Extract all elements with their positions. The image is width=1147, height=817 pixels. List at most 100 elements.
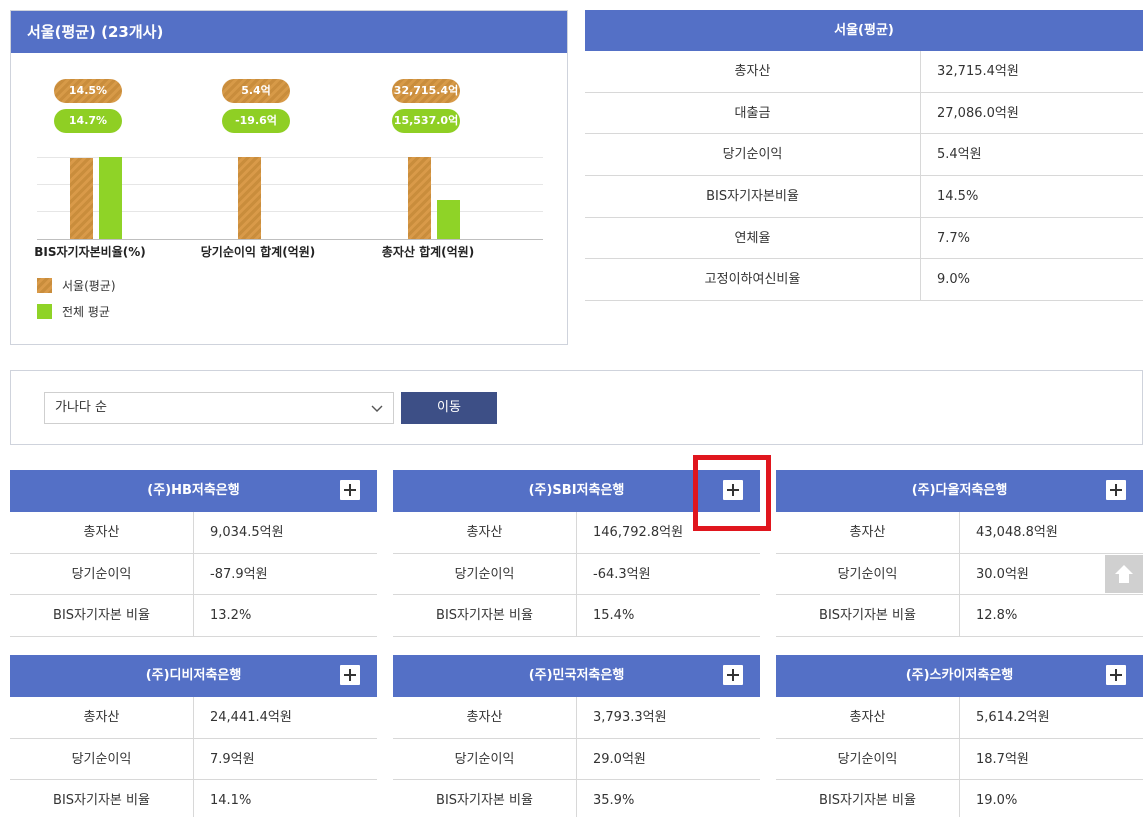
go-button[interactable]: 이동 bbox=[401, 392, 497, 424]
row-label: BIS자기자본 비율 bbox=[393, 780, 577, 817]
row-label: 총자산 bbox=[393, 512, 577, 553]
summary-table: 서울(평균) 총자산 32,715.4억원 대출금 27,086.0억원 당기순이익… bbox=[585, 10, 1143, 302]
table-row: 총자산 9,034.5억원 bbox=[10, 512, 377, 554]
sort-select[interactable]: 가나다 순 bbox=[44, 392, 394, 424]
plus-icon[interactable] bbox=[1106, 665, 1126, 685]
highlight-box bbox=[693, 455, 771, 531]
table-row: BIS자기자본 비율 15.4% bbox=[393, 595, 760, 637]
row-label: 고정이하여신비율 bbox=[585, 259, 921, 301]
row-value: 12.8% bbox=[976, 608, 1018, 623]
bank-card: (주)다올저축은행 총자산 43,048.8억원 당기순이익 30.0억원 BIS자… bbox=[776, 470, 1143, 637]
plus-icon[interactable] bbox=[1106, 480, 1126, 500]
bank-card-header: (주)디비저축은행 bbox=[10, 655, 377, 697]
bank-card: (주)디비저축은행 총자산 24,441.4억원 당기순이익 7.9억원 BIS자기… bbox=[10, 655, 377, 817]
bar-all-0 bbox=[99, 157, 122, 239]
table-row: 총자산 3,793.3억원 bbox=[393, 697, 760, 739]
row-value: 43,048.8억원 bbox=[976, 525, 1058, 540]
table-row: 당기순이익 30.0억원 bbox=[776, 553, 1143, 595]
row-value: -64.3억원 bbox=[593, 566, 651, 582]
row-value: 14.5% bbox=[937, 189, 979, 205]
data-label-all-2: 15,537.0억 bbox=[392, 109, 460, 133]
chevron-down-icon bbox=[371, 405, 383, 412]
bar-seoul-1 bbox=[238, 157, 261, 239]
row-label: 당기순이익 bbox=[10, 738, 194, 779]
row-label: 총자산 bbox=[776, 512, 960, 553]
table-row: 당기순이익 18.7억원 bbox=[776, 738, 1143, 780]
legend-swatch-all bbox=[37, 304, 52, 319]
row-label: BIS자기자본 비율 bbox=[393, 595, 577, 636]
bank-card-header: (주)HB저축은행 bbox=[10, 470, 377, 512]
table-row: 당기순이익 29.0억원 bbox=[393, 738, 760, 780]
row-label: 당기순이익 bbox=[393, 738, 577, 779]
sort-filter-bar: 가나다 순 이동 bbox=[10, 370, 1143, 445]
row-value: 5.4억원 bbox=[937, 147, 982, 163]
legend-item-seoul: 서울(평균) bbox=[37, 277, 116, 294]
legend-label-all: 전체 평균 bbox=[62, 305, 110, 319]
table-row: 당기순이익 5.4억원 bbox=[585, 134, 1143, 177]
row-label: 당기순이익 bbox=[585, 134, 921, 176]
table-row: 총자산 5,614.2억원 bbox=[776, 697, 1143, 739]
row-value: 9.0% bbox=[937, 272, 971, 288]
bank-card-header: (주)스카이저축은행 bbox=[776, 655, 1143, 697]
legend-swatch-seoul bbox=[37, 278, 52, 293]
table-row: 연체율 7.7% bbox=[585, 217, 1143, 260]
summary-bar-chart: 서울(평균) 전체 평균 14.5% 14.7% BIS자기자본비율(%) 5.4억 -… bbox=[11, 53, 567, 344]
bank-card-header: (주)민국저축은행 bbox=[393, 655, 760, 697]
summary-chart-title: 서울(평균) (23개사) bbox=[11, 11, 567, 53]
table-row: BIS자기자본 비율 13.2% bbox=[10, 595, 377, 637]
plus-icon[interactable] bbox=[340, 665, 360, 685]
row-value: 19.0% bbox=[976, 793, 1018, 808]
row-value: 29.0억원 bbox=[593, 751, 646, 767]
bank-card: (주)스카이저축은행 총자산 5,614.2억원 당기순이익 18.7억원 BIS자… bbox=[776, 655, 1143, 817]
row-value: 7.7% bbox=[937, 230, 971, 246]
arrow-up-icon bbox=[1115, 565, 1133, 583]
row-label: BIS자기자본 비율 bbox=[776, 780, 960, 817]
row-value: 13.2% bbox=[210, 608, 252, 623]
row-value: 24,441.4억원 bbox=[210, 710, 292, 725]
row-label: 당기순이익 bbox=[10, 553, 194, 594]
row-label: 총자산 bbox=[585, 51, 921, 92]
row-label: 총자산 bbox=[393, 697, 577, 738]
row-value: 32,715.4억원 bbox=[937, 64, 1019, 79]
row-value: 27,086.0억원 bbox=[937, 105, 1019, 121]
row-value: 14.1% bbox=[210, 793, 252, 808]
summary-table-title: 서울(평균) bbox=[585, 10, 1143, 51]
bar-seoul-2 bbox=[408, 157, 431, 239]
row-label: 총자산 bbox=[10, 512, 194, 553]
row-label: 당기순이익 bbox=[776, 738, 960, 779]
row-value: 5,614.2억원 bbox=[976, 710, 1050, 725]
row-label: BIS자기자본 비율 bbox=[776, 595, 960, 636]
summary-chart-panel: 서울(평균) (23개사) 서울(평균) 전체 평균 14.5% 14.7% BIS… bbox=[10, 10, 568, 345]
bank-name: (주)SBI저축은행 bbox=[528, 483, 625, 498]
category-label-0: BIS자기자본비율(%) bbox=[34, 245, 146, 259]
row-label: 총자산 bbox=[776, 697, 960, 738]
table-row: 당기순이익 -64.3억원 bbox=[393, 553, 760, 595]
bank-name: (주)디비저축은행 bbox=[145, 668, 242, 683]
bank-card-header: (주)다올저축은행 bbox=[776, 470, 1143, 512]
row-value: 15.4% bbox=[593, 608, 635, 623]
row-value: 18.7억원 bbox=[976, 751, 1029, 767]
bar-all-2 bbox=[437, 200, 460, 239]
bank-name: (주)민국저축은행 bbox=[528, 668, 625, 683]
scroll-top-button[interactable] bbox=[1105, 555, 1143, 593]
row-value: 35.9% bbox=[593, 793, 635, 808]
row-label: BIS자기자본비율 bbox=[585, 176, 921, 217]
legend-item-all: 전체 평균 bbox=[37, 303, 110, 320]
bank-name: (주)다올저축은행 bbox=[911, 483, 1008, 498]
row-value: 3,793.3억원 bbox=[593, 710, 667, 725]
row-label: 총자산 bbox=[10, 697, 194, 738]
row-value: -87.9억원 bbox=[210, 566, 268, 582]
data-label-seoul-2: 32,715.4억 bbox=[392, 79, 460, 103]
plus-icon[interactable] bbox=[723, 665, 743, 685]
legend-label-seoul: 서울(평균) bbox=[62, 279, 116, 293]
bank-name: (주)HB저축은행 bbox=[147, 483, 240, 498]
data-label-seoul-1: 5.4억 bbox=[222, 79, 290, 103]
chart-baseline bbox=[37, 239, 543, 240]
data-label-all-0: 14.7% bbox=[54, 109, 122, 133]
category-label-1: 당기순이익 합계(억원) bbox=[200, 245, 316, 259]
row-label: BIS자기자본 비율 bbox=[10, 780, 194, 817]
row-label: 연체율 bbox=[585, 217, 921, 259]
table-row: BIS자기자본 비율 35.9% bbox=[393, 780, 760, 817]
plus-icon[interactable] bbox=[340, 480, 360, 500]
data-label-seoul-0: 14.5% bbox=[54, 79, 122, 103]
